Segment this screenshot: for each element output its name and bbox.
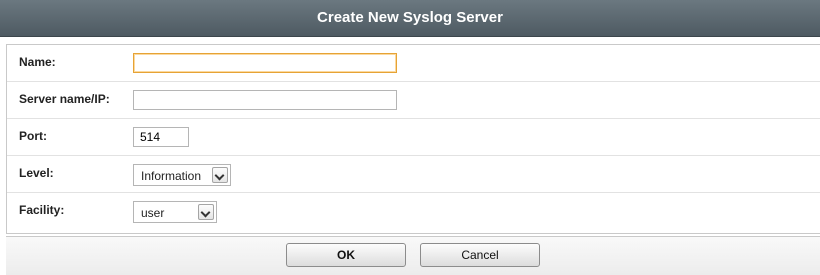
facility-select[interactable]: user xyxy=(133,201,217,223)
level-select[interactable]: Information xyxy=(133,164,231,186)
chevron-down-icon[interactable] xyxy=(212,167,228,183)
facility-selected-value: user xyxy=(141,206,165,220)
name-row: Name: xyxy=(7,45,820,82)
syslog-form: Name: Server name/IP: Port: Level: Infor… xyxy=(6,44,820,234)
server-input[interactable] xyxy=(133,90,397,110)
level-row: Level: Information xyxy=(7,156,820,193)
dialog-title: Create New Syslog Server xyxy=(0,0,820,37)
level-label: Level: xyxy=(19,166,54,180)
facility-row: Facility: user xyxy=(7,193,820,229)
level-selected-value: Information xyxy=(141,169,202,183)
port-row: Port: xyxy=(7,119,820,156)
port-label: Port: xyxy=(19,129,47,143)
server-label: Server name/IP: xyxy=(19,92,110,106)
name-label: Name: xyxy=(19,55,56,69)
port-input[interactable] xyxy=(133,127,189,147)
ok-button[interactable]: OK xyxy=(286,243,406,267)
chevron-down-icon[interactable] xyxy=(198,204,214,220)
create-syslog-server-dialog: Create New Syslog Server Name: Server na… xyxy=(0,0,820,275)
server-row: Server name/IP: xyxy=(7,82,820,119)
name-input[interactable] xyxy=(133,53,397,73)
facility-label: Facility: xyxy=(19,203,65,217)
dialog-footer: OK Cancel xyxy=(6,236,820,275)
cancel-button[interactable]: Cancel xyxy=(420,243,540,267)
